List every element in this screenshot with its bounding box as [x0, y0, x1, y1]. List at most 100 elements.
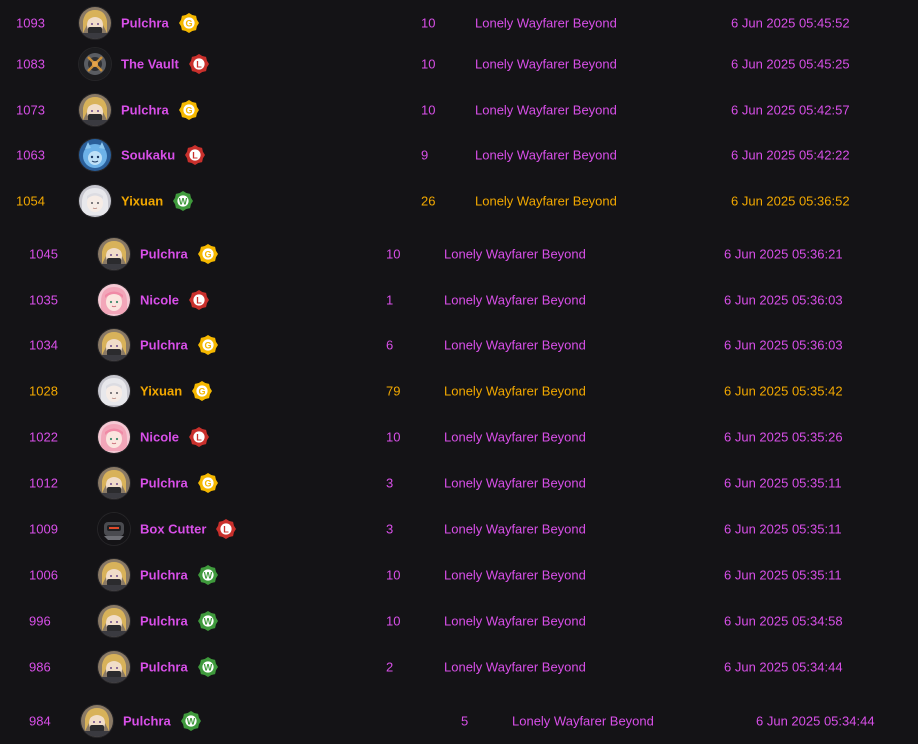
banner-name: Lonely Wayfarer Beyond — [444, 246, 586, 262]
svg-text:G: G — [204, 249, 211, 259]
rank-badge-icon: G — [198, 244, 218, 264]
banner-name: Lonely Wayfarer Beyond — [444, 475, 586, 491]
rank-badge-icon: L — [189, 54, 209, 74]
pull-id: 1034 — [29, 337, 58, 353]
rank-badge-icon: W — [198, 565, 218, 585]
banner-name: Lonely Wayfarer Beyond — [475, 147, 617, 163]
pity-count: 6 — [386, 337, 394, 353]
pull-id: 1012 — [29, 475, 58, 491]
pulchra-avatar — [79, 7, 111, 39]
banner-name: Lonely Wayfarer Beyond — [444, 613, 586, 629]
rank-badge-icon: L — [189, 290, 209, 310]
pity-count: 2 — [386, 659, 394, 675]
rank-badge-icon: W — [198, 611, 218, 631]
rank-badge-icon: G — [192, 381, 212, 401]
pity-count: 10 — [386, 567, 401, 583]
table-row: 1009 Box Cutter L 3 Lonely Wayfarer Beyon… — [0, 506, 918, 552]
character-name[interactable]: Pulchra — [140, 614, 188, 629]
table-row: 1054 Yixuan W 26 Lonely Wayfarer Beyond 6 … — [0, 178, 918, 224]
pity-count: 9 — [421, 147, 429, 163]
svg-text:G: G — [185, 105, 192, 115]
character-name[interactable]: Box Cutter — [140, 522, 206, 537]
pull-time: 6 Jun 2025 05:42:57 — [731, 102, 850, 118]
pull-id: 1083 — [16, 56, 45, 72]
nicole-avatar — [98, 421, 130, 453]
pull-id: 1054 — [16, 193, 45, 209]
character-name[interactable]: Nicole — [140, 293, 179, 308]
table-row: 1093 Pulchra G 10 Lonely Wayfarer Beyond 6… — [0, 0, 918, 46]
pity-count: 3 — [386, 475, 394, 491]
character-name[interactable]: Yixuan — [140, 384, 182, 399]
pull-id: 984 — [29, 713, 51, 729]
svg-text:W: W — [204, 570, 213, 580]
pull-id: 1009 — [29, 521, 58, 537]
rank-badge-icon: W — [181, 711, 201, 731]
character-name[interactable]: Pulchra — [140, 247, 188, 262]
yixuan-avatar — [98, 375, 130, 407]
pity-count: 26 — [421, 193, 436, 209]
character-name[interactable]: Pulchra — [140, 660, 188, 675]
pulchra-avatar — [98, 605, 130, 637]
character-name[interactable]: Yixuan — [121, 194, 163, 209]
pull-time: 6 Jun 2025 05:35:26 — [724, 429, 843, 445]
vault-avatar — [79, 48, 111, 80]
svg-text:L: L — [196, 432, 202, 442]
table-row: 1006 Pulchra W 10 Lonely Wayfarer Beyond 6… — [0, 552, 918, 598]
character-name[interactable]: Pulchra — [140, 338, 188, 353]
pull-time: 6 Jun 2025 05:34:44 — [756, 713, 875, 729]
table-row: 996 Pulchra W 10 Lonely Wayfarer Beyond 6 … — [0, 598, 918, 644]
rank-badge-icon: G — [179, 13, 199, 33]
table-row: 1022 Nicole L 10 Lonely Wayfarer Beyond 6 … — [0, 414, 918, 460]
pity-count: 3 — [386, 521, 394, 537]
svg-text:G: G — [204, 340, 211, 350]
table-row: 984 Pulchra W 5 Lonely Wayfarer Beyond 6 J… — [0, 698, 918, 744]
pull-time: 6 Jun 2025 05:45:25 — [731, 56, 850, 72]
table-row: 1073 Pulchra G 10 Lonely Wayfarer Beyond 6… — [0, 87, 918, 133]
pity-count: 79 — [386, 383, 401, 399]
character-name[interactable]: Nicole — [140, 430, 179, 445]
character-name[interactable]: Pulchra — [121, 16, 169, 31]
pull-id: 986 — [29, 659, 51, 675]
table-row: 1083 The Vault L 10 Lonely Wayfarer Beyon… — [0, 41, 918, 87]
pity-count: 10 — [386, 613, 401, 629]
banner-name: Lonely Wayfarer Beyond — [444, 659, 586, 675]
table-row: 1012 Pulchra G 3 Lonely Wayfarer Beyond 6 … — [0, 460, 918, 506]
rank-badge-icon: G — [179, 100, 199, 120]
svg-text:W: W — [179, 196, 188, 206]
banner-name: Lonely Wayfarer Beyond — [444, 383, 586, 399]
rank-badge-icon: G — [198, 335, 218, 355]
pull-id: 1045 — [29, 246, 58, 262]
table-row: 1035 Nicole L 1 Lonely Wayfarer Beyond 6 J… — [0, 277, 918, 323]
svg-text:L: L — [223, 524, 229, 534]
pulchra-avatar — [98, 651, 130, 683]
rank-badge-icon: W — [198, 657, 218, 677]
character-name[interactable]: Pulchra — [140, 568, 188, 583]
pity-count: 10 — [386, 246, 401, 262]
rank-badge-icon: W — [173, 191, 193, 211]
banner-name: Lonely Wayfarer Beyond — [444, 337, 586, 353]
rank-badge-icon: L — [185, 145, 205, 165]
pull-id: 1063 — [16, 147, 45, 163]
table-row: 986 Pulchra W 2 Lonely Wayfarer Beyond 6 J… — [0, 644, 918, 690]
character-name[interactable]: Soukaku — [121, 148, 175, 163]
pull-time: 6 Jun 2025 05:34:44 — [724, 659, 843, 675]
banner-name: Lonely Wayfarer Beyond — [475, 102, 617, 118]
pull-id: 1073 — [16, 102, 45, 118]
pull-time: 6 Jun 2025 05:36:03 — [724, 292, 843, 308]
pity-count: 5 — [461, 713, 469, 729]
svg-text:G: G — [185, 18, 192, 28]
pull-id: 1035 — [29, 292, 58, 308]
pulchra-avatar — [81, 705, 113, 737]
banner-name: Lonely Wayfarer Beyond — [444, 292, 586, 308]
character-name[interactable]: The Vault — [121, 57, 179, 72]
table-row: 1045 Pulchra G 10 Lonely Wayfarer Beyond 6… — [0, 231, 918, 277]
pull-time: 6 Jun 2025 05:35:42 — [724, 383, 843, 399]
banner-name: Lonely Wayfarer Beyond — [475, 193, 617, 209]
pity-count: 1 — [386, 292, 394, 308]
character-name[interactable]: Pulchra — [123, 714, 171, 729]
character-name[interactable]: Pulchra — [121, 103, 169, 118]
rank-badge-icon: L — [189, 427, 209, 447]
pulchra-avatar — [98, 329, 130, 361]
svg-text:L: L — [196, 59, 202, 69]
character-name[interactable]: Pulchra — [140, 476, 188, 491]
